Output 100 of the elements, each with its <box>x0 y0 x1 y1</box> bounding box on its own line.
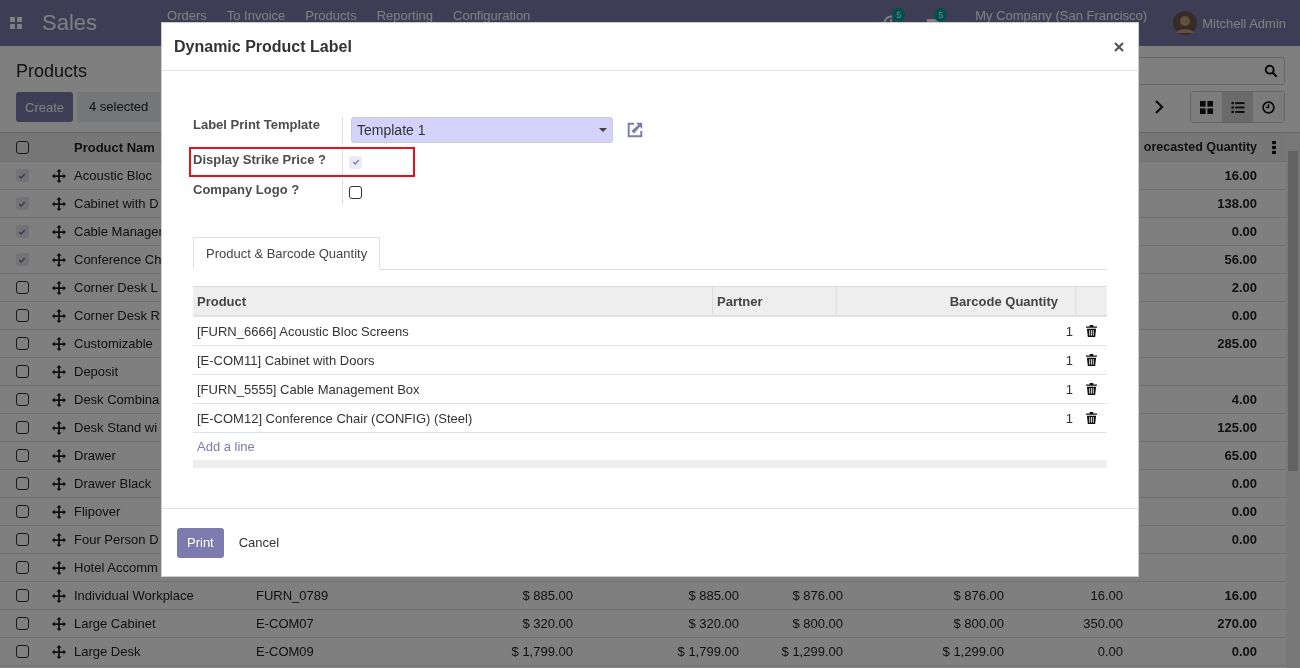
table-cell: Desk Combina <box>74 392 160 407</box>
column-options-icon[interactable] <box>1272 140 1276 154</box>
table-cell-text: 0.00 <box>1230 644 1258 659</box>
checkbox[interactable] <box>15 337 29 350</box>
template-select[interactable]: Template 1 <box>351 117 613 143</box>
checkbox[interactable] <box>15 421 29 434</box>
table-cell-text: 2.00 <box>1230 280 1258 295</box>
table-cell-text: 16.00 <box>1223 588 1258 603</box>
table-cell: Large Cabinet <box>74 616 156 631</box>
field-label: Company Logo ? <box>193 179 343 205</box>
table-cell-text: 0.00 <box>1096 644 1124 659</box>
check-icon <box>351 158 360 166</box>
drag-handle-icon[interactable] <box>52 196 66 211</box>
drag-handle-icon[interactable] <box>52 476 66 491</box>
check-icon <box>18 227 26 236</box>
scrollbar[interactable] <box>1286 133 1300 668</box>
checkbox[interactable] <box>15 617 29 630</box>
table-cell-text: 285.00 <box>1216 336 1258 351</box>
menu-item[interactable]: Reporting <box>376 8 433 23</box>
column-header[interactable]: Product <box>193 287 712 315</box>
drag-handle-icon[interactable] <box>52 420 66 435</box>
table-cell-text: 65.00 <box>1223 448 1258 463</box>
checkbox[interactable] <box>15 253 29 266</box>
menu-item[interactable]: Products <box>305 8 357 23</box>
checkbox[interactable] <box>15 169 29 182</box>
checkbox[interactable] <box>349 155 362 169</box>
table-cell: Customizable <box>74 336 153 351</box>
apps-menu-icon[interactable] <box>10 17 22 29</box>
drag-handle-icon[interactable] <box>52 308 66 323</box>
drag-handle-icon[interactable] <box>52 168 66 183</box>
drag-handle-icon[interactable] <box>52 364 66 379</box>
trash-icon[interactable] <box>1085 383 1097 395</box>
table-cell-text: 0.00 <box>1230 308 1258 323</box>
checkbox[interactable] <box>15 197 29 210</box>
table-cell-text: $ 1,299.00 <box>941 644 1005 659</box>
menu-item[interactable]: To Invoice <box>226 8 286 23</box>
checkbox[interactable] <box>15 589 29 602</box>
search-icon[interactable] <box>1264 64 1278 78</box>
column-header[interactable]: Partner <box>712 287 836 315</box>
notebook-tab[interactable]: Product & Barcode Quantity <box>193 237 381 270</box>
table-cell: Flipover <box>74 504 121 519</box>
checkbox[interactable] <box>15 365 29 378</box>
table-cell: Cable Manager <box>74 224 163 239</box>
table-cell-text: $ 876.00 <box>791 588 844 603</box>
cancel-button[interactable]: Cancel <box>223 535 295 550</box>
drag-handle-icon[interactable] <box>52 280 66 295</box>
table-cell-text: [E-COM11] Cabinet with Doors <box>196 352 376 368</box>
trash-icon[interactable] <box>1085 354 1097 366</box>
checkbox[interactable] <box>15 309 29 322</box>
checkbox[interactable] <box>15 561 29 574</box>
table-cell-text: [FURN_5555] Cable Management Box <box>196 381 421 397</box>
dialog-title: Dynamic Product Label <box>174 37 352 56</box>
selection-counter: 4 selected <box>77 92 161 122</box>
checkbox[interactable] <box>15 477 29 490</box>
checkbox[interactable] <box>15 225 29 238</box>
drag-handle-icon[interactable] <box>52 392 66 407</box>
kanban-icon <box>1200 100 1213 114</box>
clock-icon <box>1262 100 1275 114</box>
drag-handle-icon[interactable] <box>52 224 66 239</box>
trash-icon[interactable] <box>1085 325 1097 337</box>
print-button[interactable]: Print <box>177 527 224 558</box>
checkbox[interactable] <box>349 185 362 199</box>
table-cell-text: E-COM09 <box>256 644 315 659</box>
column-header[interactable]: Barcode Quantity <box>836 287 1075 315</box>
external-link-icon[interactable] <box>625 121 645 139</box>
drag-handle-icon[interactable] <box>52 504 66 519</box>
create-button[interactable]: Create <box>16 92 74 122</box>
drag-handle-icon[interactable] <box>52 616 66 631</box>
checkbox[interactable] <box>15 281 29 294</box>
table-cell: Hotel Accomm <box>74 560 158 575</box>
menu-item[interactable]: Configuration <box>453 8 531 23</box>
drag-handle-icon[interactable] <box>52 252 66 267</box>
drag-handle-icon[interactable] <box>52 560 66 575</box>
drag-handle-icon[interactable] <box>52 448 66 463</box>
drag-handle-icon[interactable] <box>52 532 66 547</box>
user-menu[interactable]: Mitchell Admin <box>1202 15 1286 31</box>
check-icon <box>18 171 26 180</box>
drag-handle-icon[interactable] <box>52 336 66 351</box>
menu-item[interactable]: Orders <box>167 8 207 23</box>
table-cell-text: $ 1,799.00 <box>510 644 574 659</box>
checkbox[interactable] <box>15 140 29 154</box>
next-page-icon[interactable] <box>1154 100 1164 114</box>
table-cell-text: $ 885.00 <box>521 588 574 603</box>
table-cell-text: $ 320.00 <box>687 616 740 631</box>
list-view-button[interactable] <box>1222 92 1253 122</box>
list-icon <box>1230 100 1245 114</box>
table-cell: Corner Desk L <box>74 280 158 295</box>
trash-icon[interactable] <box>1085 412 1097 424</box>
table-cell-text: $ 800.00 <box>791 616 844 631</box>
checkbox[interactable] <box>15 393 29 406</box>
checkbox[interactable] <box>15 449 29 462</box>
close-icon[interactable] <box>1114 41 1124 52</box>
checkbox[interactable] <box>15 645 29 658</box>
checkbox[interactable] <box>15 505 29 518</box>
table-cell: Drawer <box>74 448 116 463</box>
table-cell-text: $ 885.00 <box>687 588 740 603</box>
drag-handle-icon[interactable] <box>52 644 66 659</box>
drag-handle-icon[interactable] <box>52 588 66 603</box>
add-line-link[interactable]: Add a line <box>197 439 255 454</box>
checkbox[interactable] <box>15 533 29 546</box>
